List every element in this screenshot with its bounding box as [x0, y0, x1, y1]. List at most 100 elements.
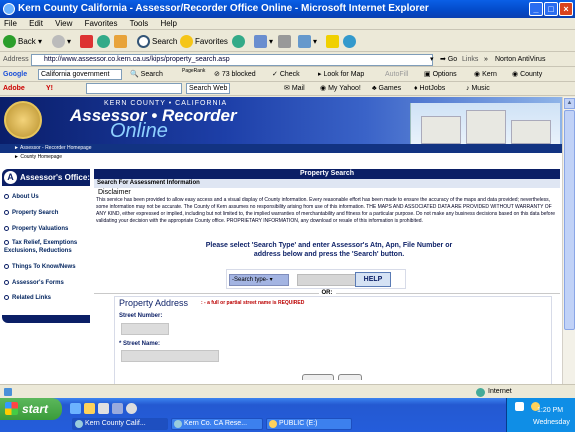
menu-tools[interactable]: Tools	[130, 19, 149, 28]
street-number-input[interactable]	[121, 323, 169, 335]
quicklaunch-folder-icon[interactable]	[84, 403, 95, 414]
favorites-button[interactable]: Favorites	[180, 34, 228, 49]
yahoo-search-input[interactable]	[86, 83, 182, 94]
edit-icon	[298, 35, 311, 49]
sidebar-item-property-search[interactable]: Property Search	[4, 209, 58, 217]
quicklaunch-desktop-icon[interactable]	[98, 403, 109, 414]
clear-button[interactable]	[338, 374, 362, 380]
search-type-select[interactable]: -Search type- ▾	[229, 274, 289, 286]
address-dropdown-icon[interactable]: ▾	[430, 53, 434, 67]
help-button[interactable]: HELP	[355, 272, 391, 287]
spell-check-button[interactable]: ✓ Check	[272, 68, 300, 82]
printer-icon	[278, 35, 291, 49]
norton-antivirus-button[interactable]: Norton AntiVirus	[495, 53, 545, 67]
menu-file[interactable]: File	[4, 19, 17, 28]
bullet-icon	[4, 279, 9, 285]
task-public-drive[interactable]: PUBLIC (E:)	[266, 418, 352, 430]
highlight-kern-button[interactable]: ◉ Kern	[474, 68, 497, 82]
sidebar-item-related-links[interactable]: Related Links	[4, 294, 51, 302]
address-label: Address	[3, 56, 29, 63]
quicklaunch-media-icon[interactable]	[112, 403, 123, 414]
autofill-button[interactable]: AutoFill	[385, 68, 408, 82]
media-button[interactable]	[232, 34, 247, 49]
internet-zone-icon	[476, 388, 485, 397]
sidebar-item-tax-relief[interactable]: Tax Relief, Exemptions Exclusions, Reduc…	[4, 239, 90, 255]
home-button[interactable]	[114, 34, 129, 49]
quicklaunch-ie-icon[interactable]	[70, 403, 81, 414]
street-name-input[interactable]	[121, 350, 219, 362]
internet-explorer-icon	[3, 3, 15, 15]
assessor-homepage-link[interactable]: ► Assessor - Recorder Homepage	[14, 145, 91, 151]
clock-time[interactable]: 1:20 PM	[537, 407, 563, 414]
menu-edit[interactable]: Edit	[29, 19, 43, 28]
standard-toolbar: Back ▾ ▾ Search Favorites ▾ ▾	[0, 31, 575, 52]
highlight-county-button[interactable]: ◉ County	[512, 68, 542, 82]
stop-button[interactable]	[80, 34, 95, 49]
maximize-button[interactable]: □	[544, 2, 558, 16]
close-button[interactable]: ×	[559, 2, 573, 16]
yahoo-search-web-button[interactable]: Search Web	[186, 83, 231, 94]
vertical-scrollbar[interactable]: ▲ ▼	[562, 97, 575, 397]
look-for-map-button[interactable]: ▸ Look for Map	[318, 68, 364, 82]
county-homepage-link[interactable]: ► County Homepage	[14, 153, 62, 162]
search-type-row: -Search type- ▾ HELP	[226, 269, 406, 289]
note-icon	[326, 35, 339, 49]
discuss-button[interactable]	[326, 34, 341, 49]
sidebar-item-about-us[interactable]: About Us	[4, 193, 39, 201]
minimize-button[interactable]: _	[529, 2, 543, 16]
links-chevron-icon[interactable]: »	[484, 53, 488, 67]
clock-day: Wednesday	[533, 419, 570, 426]
adobe-button[interactable]: Adobe	[3, 82, 25, 96]
search-submit-button[interactable]	[302, 374, 334, 380]
address-input[interactable]: http://www.assessor.co.kern.ca.us/kips/p…	[31, 54, 433, 66]
yahoo-logo[interactable]: Y!	[46, 82, 53, 96]
menu-help[interactable]: Help	[161, 19, 177, 28]
network-icon[interactable]	[515, 402, 524, 411]
scrollbar-thumb[interactable]	[564, 110, 575, 330]
property-address-heading: Property Address	[119, 298, 189, 308]
scroll-up-icon[interactable]: ▲	[564, 98, 575, 109]
search-instructions: Please select 'Search Type' and enter As…	[205, 242, 453, 258]
address-bar: Address http://www.assessor.co.kern.ca.u…	[0, 53, 575, 67]
my-yahoo-button[interactable]: ◉ My Yahoo!	[320, 82, 361, 96]
google-search-input[interactable]: California government	[38, 69, 122, 80]
search-button[interactable]: Search	[137, 34, 177, 49]
quicklaunch-cd-icon[interactable]	[126, 403, 137, 414]
yahoo-mail-button[interactable]: ✉ Mail	[284, 82, 305, 96]
search-icon	[137, 35, 150, 49]
county-seal-logo	[4, 101, 42, 139]
back-button[interactable]: Back ▾	[3, 34, 42, 49]
menu-favorites[interactable]: Favorites	[85, 19, 118, 28]
sidebar: A Assessor's Office: About Us Property Se…	[0, 169, 91, 397]
google-search-button[interactable]: 🔍 Search	[130, 68, 163, 82]
browser-window: Kern County California - Assessor/Record…	[0, 0, 575, 432]
start-button[interactable]: start	[0, 398, 62, 420]
popup-blocker-button[interactable]: ⊘ 73 blocked	[214, 68, 256, 82]
mail-icon	[254, 35, 267, 49]
refresh-button[interactable]	[97, 34, 112, 49]
menu-view[interactable]: View	[55, 19, 72, 28]
sidebar-item-things-to-know[interactable]: Things To Know/News	[4, 263, 76, 271]
print-button[interactable]	[278, 34, 293, 49]
security-zone: Internet	[488, 388, 512, 395]
links-button[interactable]: Links	[462, 53, 478, 67]
hotjobs-button[interactable]: ♦ HotJobs	[414, 82, 445, 96]
task-kern-co-research[interactable]: Kern Co. CA Rese...	[171, 418, 263, 430]
property-address-form: Property Address : - a full or partial s…	[114, 296, 552, 397]
google-options-button[interactable]: ▣ Options	[424, 68, 457, 82]
breadcrumb: ► Assessor - Recorder Homepage	[0, 144, 562, 153]
yahoo-music-button[interactable]: ♪ Music	[466, 82, 490, 96]
forward-arrow-icon	[52, 35, 65, 49]
yahoo-games-button[interactable]: ♣ Games	[372, 82, 401, 96]
sidebar-item-property-valuations[interactable]: Property Valuations	[4, 225, 68, 233]
edit-button[interactable]: ▾	[298, 34, 317, 49]
sidebar-item-assessors-forms[interactable]: Assessor's Forms	[4, 279, 64, 287]
go-button[interactable]: ➡ Go	[440, 53, 457, 67]
mail-button[interactable]: ▾	[254, 34, 273, 49]
forward-button[interactable]: ▾	[52, 34, 71, 49]
bullet-icon	[4, 239, 9, 245]
messenger-button[interactable]	[343, 34, 358, 49]
stop-icon	[80, 35, 93, 49]
folder-icon	[269, 420, 277, 428]
task-kern-county[interactable]: Kern County Calif...	[72, 418, 168, 430]
